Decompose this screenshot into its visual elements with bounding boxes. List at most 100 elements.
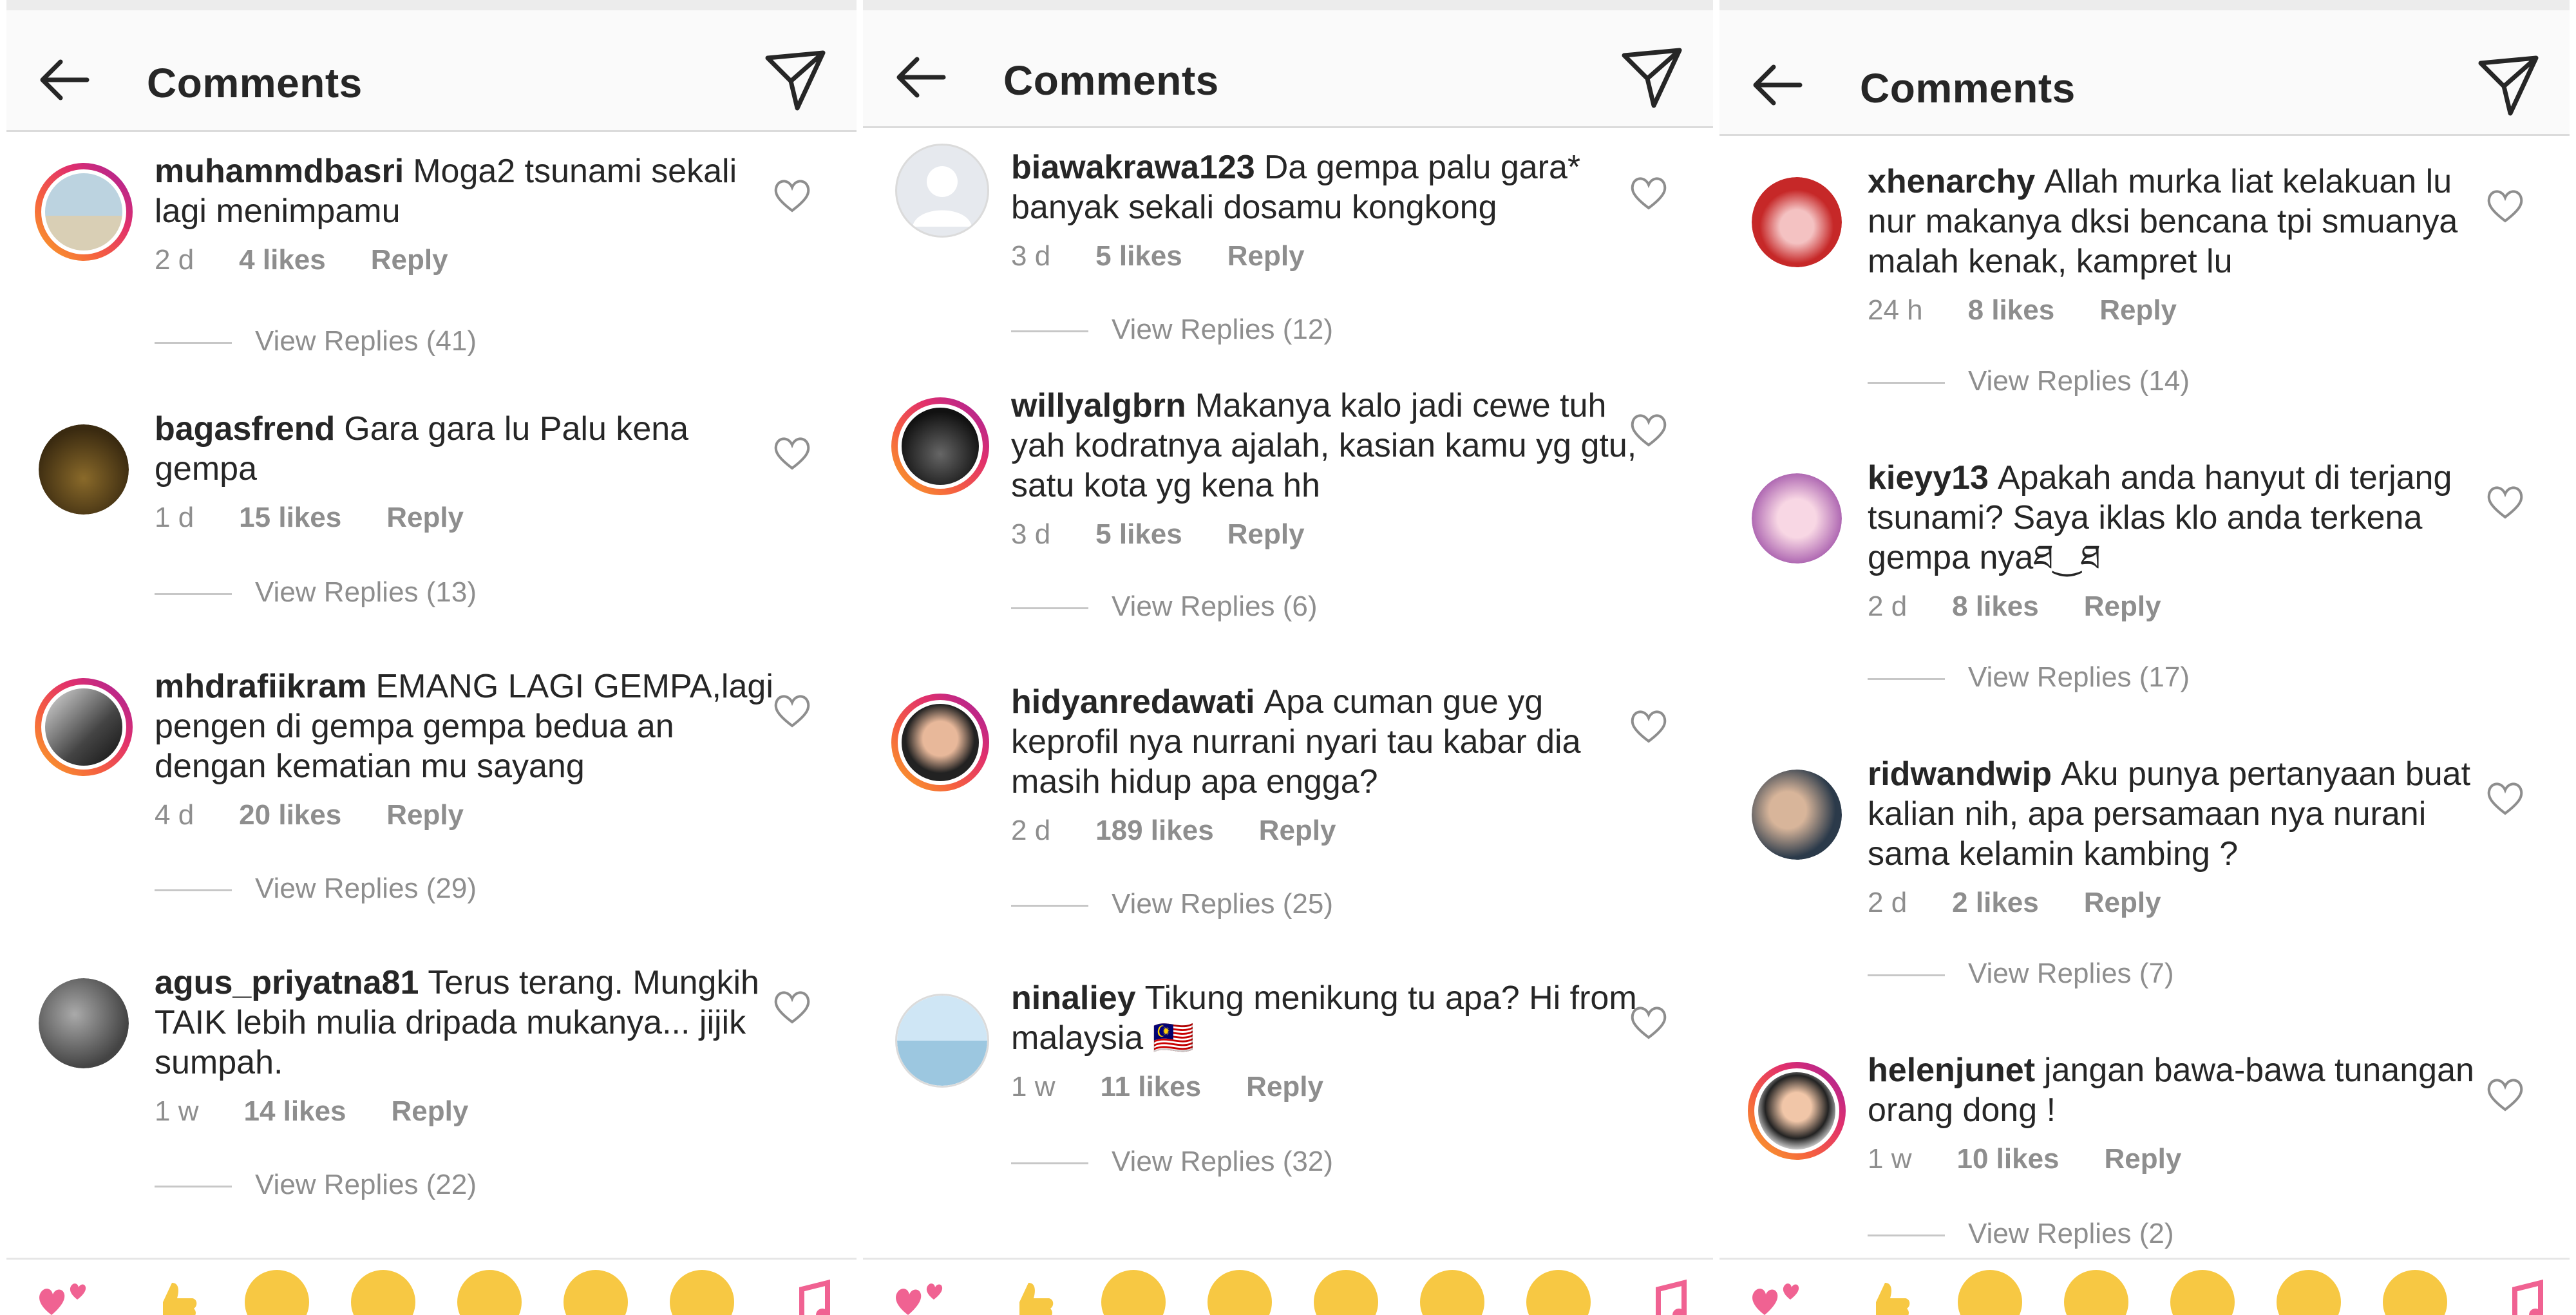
likes-count[interactable]: 8 likes bbox=[1968, 294, 2055, 326]
avatar-ring[interactable] bbox=[1748, 1062, 1846, 1160]
likes-count[interactable]: 14 likes bbox=[243, 1095, 346, 1127]
view-replies-text[interactable]: View Replies (22) bbox=[255, 1169, 477, 1200]
hearts-emoji-icon[interactable] bbox=[889, 1270, 953, 1315]
likes-count[interactable]: 2 likes bbox=[1952, 887, 2039, 918]
view-replies-link[interactable]: View Replies (22) bbox=[155, 1169, 477, 1201]
view-replies-text[interactable]: View Replies (32) bbox=[1112, 1146, 1333, 1177]
eye-roll-emoji-icon[interactable] bbox=[670, 1270, 734, 1315]
send-icon[interactable] bbox=[760, 44, 831, 115]
avatar-ring[interactable] bbox=[891, 140, 989, 238]
heart-icon[interactable] bbox=[773, 435, 811, 471]
username[interactable]: agus_priyatna81 bbox=[155, 964, 419, 1001]
heart-icon[interactable] bbox=[773, 177, 811, 213]
avatar-ring[interactable] bbox=[35, 678, 133, 776]
heart-icon[interactable] bbox=[1629, 708, 1668, 744]
reply-button[interactable]: Reply bbox=[1246, 1071, 1323, 1102]
music-notes-emoji-icon[interactable] bbox=[1633, 1270, 1697, 1315]
laughing-emoji-icon[interactable] bbox=[245, 1270, 309, 1315]
view-replies-link[interactable]: View Replies (6) bbox=[1011, 591, 1318, 623]
angry-emoji-icon[interactable] bbox=[1314, 1270, 1378, 1315]
back-arrow-icon[interactable] bbox=[889, 45, 953, 109]
avatar-ring[interactable] bbox=[1748, 766, 1846, 864]
heart-icon[interactable] bbox=[2486, 1076, 2524, 1112]
reply-button[interactable]: Reply bbox=[2084, 591, 2161, 622]
music-notes-emoji-icon[interactable] bbox=[2489, 1270, 2553, 1315]
username[interactable]: helenjunet bbox=[1868, 1052, 2035, 1089]
likes-count[interactable]: 189 likes bbox=[1095, 815, 1214, 846]
username[interactable]: biawakrawa123 bbox=[1011, 149, 1255, 186]
thumbs-up-emoji-icon[interactable] bbox=[1852, 1270, 1916, 1315]
hearts-emoji-icon[interactable] bbox=[1745, 1270, 1810, 1315]
view-replies-link[interactable]: View Replies (14) bbox=[1868, 365, 2190, 397]
username[interactable]: mhdrafiikram bbox=[155, 668, 366, 705]
likes-count[interactable]: 11 likes bbox=[1100, 1071, 1201, 1102]
username[interactable]: ridwandwip bbox=[1868, 755, 2052, 793]
view-replies-link[interactable]: View Replies (2) bbox=[1868, 1218, 2174, 1250]
reply-button[interactable]: Reply bbox=[2099, 294, 2177, 326]
likes-count[interactable]: 20 likes bbox=[239, 799, 341, 831]
thumbs-up-emoji-icon[interactable] bbox=[995, 1270, 1059, 1315]
view-replies-link[interactable]: View Replies (17) bbox=[1868, 661, 2190, 694]
send-icon[interactable] bbox=[1616, 41, 1687, 112]
music-notes-emoji-icon[interactable] bbox=[776, 1270, 840, 1315]
smirk-emoji-icon[interactable] bbox=[2064, 1270, 2128, 1315]
eye-roll-emoji-icon[interactable] bbox=[1526, 1270, 1591, 1315]
username[interactable]: hidyanredawati bbox=[1011, 683, 1255, 721]
thumbs-up-emoji-icon[interactable] bbox=[138, 1270, 203, 1315]
avatar-ring[interactable] bbox=[1748, 469, 1846, 567]
view-replies-link[interactable]: View Replies (7) bbox=[1868, 958, 2174, 990]
view-replies-text[interactable]: View Replies (29) bbox=[255, 873, 477, 904]
likes-count[interactable]: 10 likes bbox=[1956, 1143, 2059, 1175]
view-replies-link[interactable]: View Replies (41) bbox=[155, 325, 477, 357]
reply-button[interactable]: Reply bbox=[386, 799, 464, 831]
hugging-emoji-icon[interactable] bbox=[564, 1270, 628, 1315]
heart-icon[interactable] bbox=[2486, 780, 2524, 816]
avatar-ring[interactable] bbox=[891, 990, 989, 1088]
view-replies-text[interactable]: View Replies (7) bbox=[1968, 958, 2174, 989]
avatar-ring[interactable] bbox=[35, 421, 133, 518]
view-replies-link[interactable]: View Replies (13) bbox=[155, 576, 477, 609]
view-replies-text[interactable]: View Replies (2) bbox=[1968, 1218, 2174, 1249]
username[interactable]: bagasfrend bbox=[155, 410, 335, 448]
view-replies-text[interactable]: View Replies (13) bbox=[255, 576, 477, 608]
heart-icon[interactable] bbox=[1629, 412, 1668, 448]
reply-button[interactable]: Reply bbox=[386, 502, 464, 533]
view-replies-link[interactable]: View Replies (29) bbox=[155, 873, 477, 905]
view-replies-text[interactable]: View Replies (12) bbox=[1112, 314, 1333, 345]
likes-count[interactable]: 4 likes bbox=[239, 244, 326, 276]
likes-count[interactable]: 5 likes bbox=[1095, 240, 1182, 272]
hearts-emoji-icon[interactable] bbox=[32, 1270, 97, 1315]
avatar-ring[interactable] bbox=[891, 397, 989, 495]
angry-emoji-icon[interactable] bbox=[457, 1270, 522, 1315]
likes-count[interactable]: 5 likes bbox=[1095, 518, 1182, 550]
avatar-ring[interactable] bbox=[891, 694, 989, 791]
view-replies-text[interactable]: View Replies (6) bbox=[1112, 591, 1318, 622]
avatar-ring[interactable] bbox=[35, 163, 133, 261]
reply-button[interactable]: Reply bbox=[2084, 887, 2161, 918]
username[interactable]: xhenarchy bbox=[1868, 163, 2035, 200]
smirk-emoji-icon[interactable] bbox=[351, 1270, 415, 1315]
view-replies-text[interactable]: View Replies (14) bbox=[1968, 365, 2190, 397]
likes-count[interactable]: 8 likes bbox=[1952, 591, 2039, 622]
reply-button[interactable]: Reply bbox=[371, 244, 448, 276]
username[interactable]: muhammdbasri bbox=[155, 153, 404, 190]
username[interactable]: willyalgbrn bbox=[1011, 387, 1186, 424]
angry-emoji-icon[interactable] bbox=[2170, 1270, 2235, 1315]
send-icon[interactable] bbox=[2473, 49, 2544, 120]
heart-icon[interactable] bbox=[1629, 175, 1668, 211]
view-replies-text[interactable]: View Replies (17) bbox=[1968, 661, 2190, 693]
laughing-emoji-icon[interactable] bbox=[1958, 1270, 2022, 1315]
reply-button[interactable]: Reply bbox=[2105, 1143, 2182, 1175]
reply-button[interactable]: Reply bbox=[1259, 815, 1336, 846]
heart-icon[interactable] bbox=[773, 989, 811, 1025]
view-replies-text[interactable]: View Replies (25) bbox=[1112, 888, 1333, 920]
hugging-emoji-icon[interactable] bbox=[1420, 1270, 1484, 1315]
avatar-ring[interactable] bbox=[35, 974, 133, 1072]
view-replies-link[interactable]: View Replies (25) bbox=[1011, 888, 1333, 920]
heart-icon[interactable] bbox=[773, 692, 811, 728]
reply-button[interactable]: Reply bbox=[1227, 518, 1305, 550]
view-replies-link[interactable]: View Replies (32) bbox=[1011, 1146, 1333, 1178]
username[interactable]: ninaliey bbox=[1011, 979, 1136, 1017]
back-arrow-icon[interactable] bbox=[1745, 53, 1810, 117]
view-replies-link[interactable]: View Replies (12) bbox=[1011, 314, 1333, 346]
